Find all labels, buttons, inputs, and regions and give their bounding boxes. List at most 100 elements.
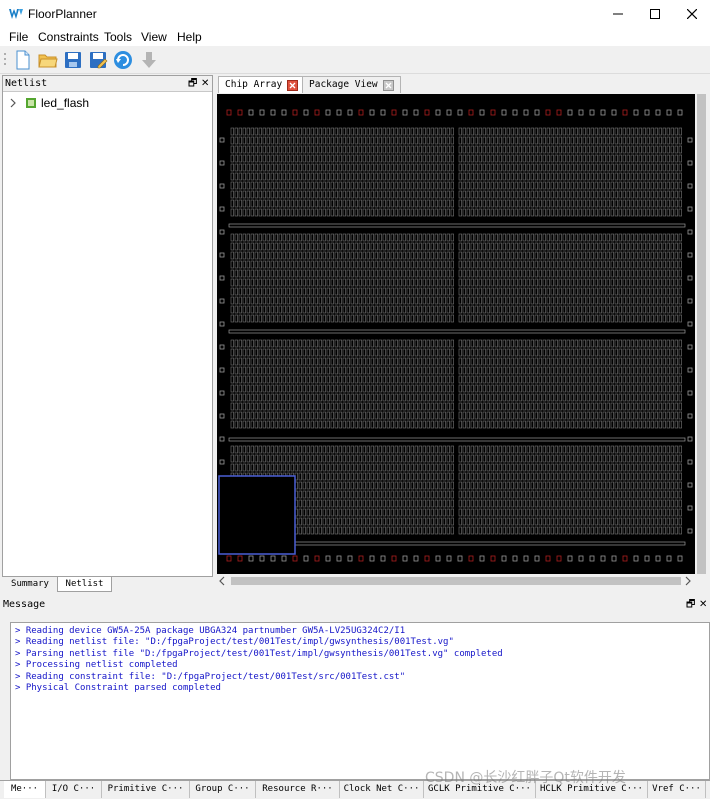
logic-cell bbox=[678, 508, 682, 517]
new-file-icon[interactable] bbox=[13, 50, 33, 70]
menu-constraints[interactable]: Constraints bbox=[38, 30, 99, 44]
close-panel-icon[interactable]: ✕ bbox=[201, 77, 209, 91]
logic-cell bbox=[658, 305, 662, 314]
logic-cell bbox=[434, 402, 438, 411]
logic-cell bbox=[538, 526, 542, 535]
logic-cell bbox=[398, 454, 402, 463]
logic-cell bbox=[654, 402, 658, 411]
open-folder-icon[interactable] bbox=[38, 50, 58, 70]
logic-cell bbox=[494, 366, 498, 375]
save-as-icon[interactable] bbox=[88, 50, 108, 70]
logic-cell bbox=[442, 339, 446, 348]
chevron-right-icon[interactable] bbox=[9, 98, 17, 108]
logic-cell bbox=[522, 163, 526, 172]
logic-cell bbox=[630, 154, 634, 163]
logic-cell bbox=[338, 145, 342, 154]
logic-cell bbox=[246, 154, 250, 163]
logic-cell bbox=[470, 145, 474, 154]
logic-cell bbox=[658, 251, 662, 260]
logic-cell bbox=[358, 199, 362, 208]
io-pad bbox=[687, 459, 693, 465]
io-pad bbox=[259, 555, 265, 562]
tab-clock-net-constraints[interactable]: Clock Net C··· bbox=[340, 781, 424, 798]
logic-cell bbox=[506, 508, 510, 517]
horizontal-scrollbar[interactable] bbox=[217, 574, 695, 588]
menu-file[interactable]: File bbox=[9, 30, 28, 44]
menu-help[interactable]: Help bbox=[177, 30, 202, 44]
tab-group-constraints[interactable]: Group C··· bbox=[190, 781, 256, 798]
logic-cell bbox=[322, 199, 326, 208]
logic-cell bbox=[662, 242, 666, 251]
download-icon[interactable] bbox=[139, 50, 159, 70]
logic-cell bbox=[334, 420, 338, 429]
logic-cell bbox=[334, 402, 338, 411]
menu-tools[interactable]: Tools bbox=[104, 30, 132, 44]
tab-io-constraints[interactable]: I/O C··· bbox=[46, 781, 102, 798]
logic-cell bbox=[630, 260, 634, 269]
logic-cell bbox=[582, 454, 586, 463]
logic-cell bbox=[434, 411, 438, 420]
logic-cell bbox=[650, 314, 654, 323]
tab-chip-array[interactable]: Chip Array bbox=[218, 76, 306, 93]
logic-cell bbox=[302, 269, 306, 278]
close-button[interactable] bbox=[678, 4, 706, 24]
logic-cell bbox=[334, 348, 338, 357]
logic-cell bbox=[318, 508, 322, 517]
float-panel-icon[interactable]: 🗗 bbox=[686, 598, 695, 612]
logic-cell bbox=[542, 145, 546, 154]
tab-netlist[interactable]: Netlist bbox=[57, 577, 112, 592]
logic-cell bbox=[562, 348, 566, 357]
save-icon[interactable] bbox=[63, 50, 83, 70]
logic-cell bbox=[666, 260, 670, 269]
logic-cell bbox=[670, 420, 674, 429]
logic-cell bbox=[614, 296, 618, 305]
logic-cell bbox=[622, 526, 626, 535]
tab-package-view[interactable]: Package View bbox=[302, 76, 401, 93]
logic-cell bbox=[650, 296, 654, 305]
tab-resource-reservation[interactable]: Resource R··· bbox=[256, 781, 340, 798]
tab-summary[interactable]: Summary bbox=[4, 577, 56, 592]
logic-cell bbox=[542, 420, 546, 429]
logic-cell bbox=[614, 251, 618, 260]
chip-array-canvas[interactable] bbox=[217, 94, 695, 574]
logic-cell bbox=[286, 181, 290, 190]
logic-cell bbox=[374, 366, 378, 375]
vertical-scrollbar[interactable] bbox=[695, 94, 708, 574]
logic-cell bbox=[462, 260, 466, 269]
logic-cell bbox=[622, 145, 626, 154]
logic-cell bbox=[306, 242, 310, 251]
logic-cell bbox=[562, 445, 566, 454]
close-panel-icon[interactable]: ✕ bbox=[699, 598, 707, 612]
logic-cell bbox=[466, 508, 470, 517]
logic-cell bbox=[518, 420, 522, 429]
refresh-icon[interactable] bbox=[113, 50, 133, 70]
logic-cell bbox=[410, 296, 414, 305]
logic-cell bbox=[338, 454, 342, 463]
minimize-button[interactable] bbox=[604, 4, 632, 24]
close-tab-icon[interactable] bbox=[287, 79, 299, 91]
logic-cell bbox=[466, 242, 470, 251]
logic-cell bbox=[502, 411, 506, 420]
logic-cell bbox=[522, 242, 526, 251]
logic-cell bbox=[358, 481, 362, 490]
logic-cell bbox=[314, 339, 318, 348]
tab-vref-constraints[interactable]: Vref C··· bbox=[648, 781, 706, 798]
logic-cell bbox=[670, 339, 674, 348]
float-panel-icon[interactable]: 🗗 bbox=[188, 77, 197, 91]
logic-cell bbox=[258, 357, 262, 366]
maximize-button[interactable] bbox=[641, 4, 669, 24]
logic-cell bbox=[306, 499, 310, 508]
logic-cell bbox=[298, 526, 302, 535]
tree-item-led-flash[interactable]: led_flash bbox=[9, 95, 89, 111]
logic-cell bbox=[570, 445, 574, 454]
logic-cell bbox=[242, 181, 246, 190]
logic-cell bbox=[330, 366, 334, 375]
logic-cell bbox=[582, 127, 586, 136]
logic-cell bbox=[282, 314, 286, 323]
tab-primitive-constraints[interactable]: Primitive C··· bbox=[102, 781, 190, 798]
logic-cell bbox=[306, 445, 310, 454]
menu-view[interactable]: View bbox=[141, 30, 167, 44]
close-tab-icon[interactable] bbox=[382, 79, 394, 91]
tab-message[interactable]: Me··· bbox=[4, 781, 46, 798]
logic-cell bbox=[406, 454, 410, 463]
